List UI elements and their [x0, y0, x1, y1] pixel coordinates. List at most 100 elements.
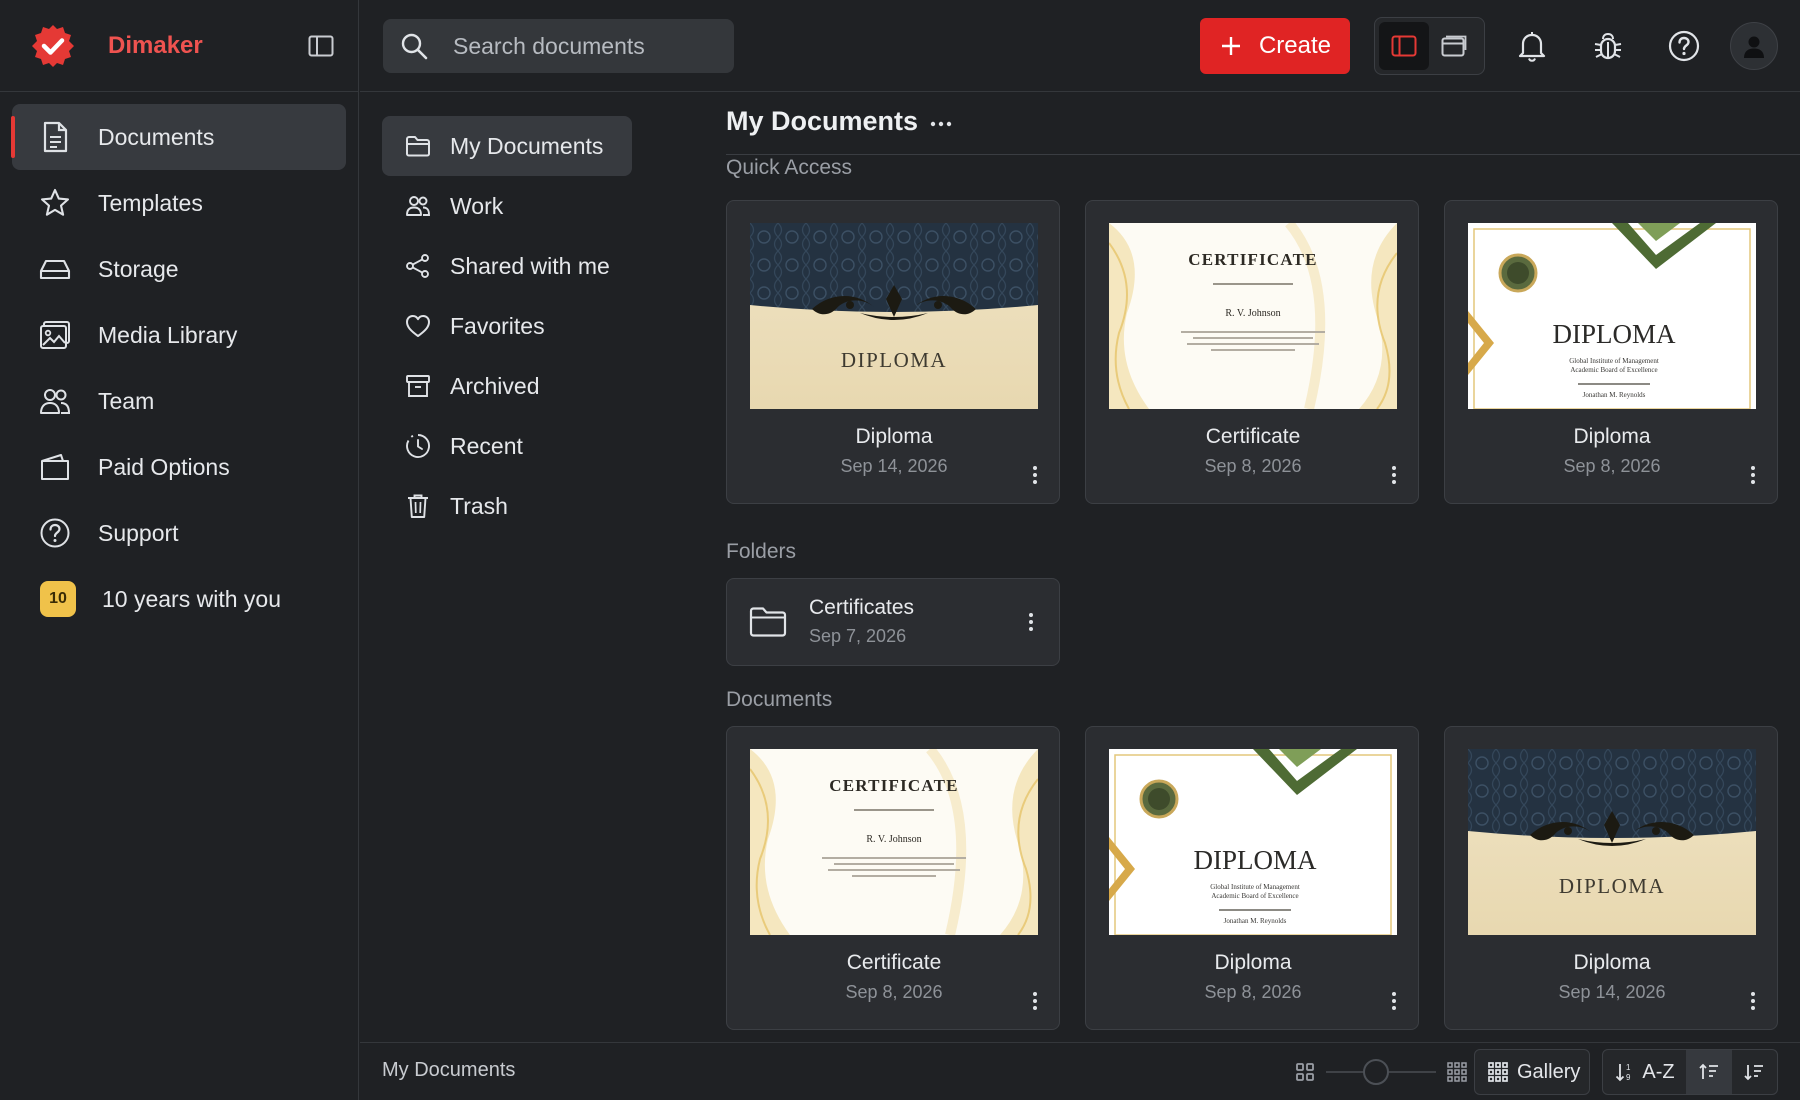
view-mode-button[interactable]: Gallery: [1474, 1049, 1590, 1095]
sort-by-name-button[interactable]: 19 A-Z: [1603, 1050, 1686, 1094]
card-more-button[interactable]: [1025, 463, 1045, 487]
user-avatar-button[interactable]: [1730, 22, 1778, 70]
folder-open-icon: [404, 132, 432, 160]
thumb-subtitle: Global Institute of Management: [1569, 357, 1659, 365]
trash-icon: [404, 492, 432, 520]
folder-nav-label: Shared with me: [450, 252, 610, 279]
main-nav: Documents Templates Storage Media Librar…: [0, 92, 358, 632]
clock-icon: [404, 432, 432, 460]
sort-descending-icon: [1744, 1065, 1764, 1081]
panel-layout-icon: [1391, 35, 1417, 57]
quick-access-card[interactable]: DIPLOMA Global Institute of Management A…: [1444, 200, 1778, 504]
folder-card[interactable]: Certificates Sep 7, 2026: [726, 578, 1060, 666]
layout-window-button[interactable]: [1429, 22, 1479, 70]
sidebar-item-anniversary[interactable]: 10 10 years with you: [12, 566, 346, 632]
help-button[interactable]: [1663, 25, 1705, 67]
team-icon: [38, 384, 72, 418]
more-vertical-icon: [1392, 466, 1396, 484]
thumb-subtitle-2: Academic Board of Excellence: [1570, 366, 1657, 374]
more-horizontal-icon[interactable]: [928, 114, 954, 134]
zoom-slider-handle[interactable]: [1362, 1059, 1389, 1085]
folder-nav-archived[interactable]: Archived: [382, 356, 561, 416]
sidebar-item-templates[interactable]: Templates: [12, 170, 346, 236]
thumbnail-diploma-dark: DIPLOMA: [750, 223, 1038, 409]
folder-nav-label: Recent: [450, 432, 523, 459]
card-name: Certificate: [1205, 425, 1301, 448]
brand-header: Dimaker: [0, 0, 358, 92]
share-icon: [404, 252, 432, 280]
document-card[interactable]: CERTIFICATE R. V. Johnson Certificate Se…: [726, 726, 1060, 1030]
folder-nav-label: Trash: [450, 492, 508, 519]
sidebar-item-media-library[interactable]: Media Library: [12, 302, 346, 368]
thumb-title: DIPLOMA: [1559, 874, 1665, 898]
sidebar-item-team[interactable]: Team: [12, 368, 346, 434]
card-more-button[interactable]: [1025, 989, 1045, 1013]
more-vertical-icon: [1751, 466, 1755, 484]
notifications-button[interactable]: [1511, 25, 1553, 67]
thumb-subtitle: Global Institute of Management: [1210, 883, 1300, 891]
thumbnail-certificate-gold: CERTIFICATE R. V. Johnson: [750, 749, 1038, 935]
folder-nav-favorites[interactable]: Favorites: [382, 296, 567, 356]
document-card[interactable]: DIPLOMA Global Institute of Management A…: [1085, 726, 1419, 1030]
card-more-button[interactable]: [1743, 463, 1763, 487]
card-name: Diploma: [855, 425, 933, 448]
thumbnail-diploma-green: DIPLOMA Global Institute of Management A…: [1109, 749, 1397, 935]
quick-access-card[interactable]: CERTIFICATE R. V. Johnson Certificate Se…: [1085, 200, 1419, 504]
sidebar-item-paid-options[interactable]: Paid Options: [12, 434, 346, 500]
sort-descending-button[interactable]: [1732, 1050, 1777, 1094]
sort-ascending-button[interactable]: [1686, 1050, 1732, 1094]
card-date: Sep 8, 2026: [1204, 982, 1302, 1002]
folder-name: Certificates: [809, 596, 915, 619]
svg-text:9: 9: [1626, 1073, 1631, 1082]
sidebar-collapse-button[interactable]: [306, 31, 336, 61]
sidebar-item-label: Support: [98, 519, 179, 546]
card-date: Sep 14, 2026: [1558, 982, 1666, 1002]
folder-nav: My Documents Work Shared with me Favorit…: [360, 92, 680, 1042]
folder-nav-shared-with-me[interactable]: Shared with me: [382, 236, 632, 296]
sidebar-item-label: Paid Options: [98, 453, 230, 480]
main-content: My Documents Quick Access DIPLOMA Diplom…: [680, 92, 1800, 1042]
folder-nav-trash[interactable]: Trash: [382, 476, 530, 536]
sidebar-item-documents[interactable]: Documents: [11, 104, 346, 170]
top-bar: Create: [360, 0, 1800, 92]
page-title: My Documents: [726, 106, 919, 136]
section-label-documents: Documents: [726, 688, 833, 711]
sort-alpha-icon: 19: [1616, 1063, 1631, 1082]
sidebar-item-storage[interactable]: Storage: [12, 236, 346, 302]
brand-name: Dimaker: [108, 31, 203, 59]
thumbnail-diploma-dark: DIPLOMA: [1468, 749, 1756, 935]
folder-nav-my-documents[interactable]: My Documents: [382, 116, 632, 176]
search-input[interactable]: [453, 32, 713, 60]
folder-nav-work[interactable]: Work: [382, 176, 525, 236]
quick-access-card[interactable]: DIPLOMA Diploma Sep 14, 2026: [726, 200, 1060, 504]
more-vertical-icon: [1751, 992, 1755, 1010]
document-card[interactable]: DIPLOMA Diploma Sep 14, 2026: [1444, 726, 1778, 1030]
sidebar-item-label: 10 years with you: [102, 585, 281, 612]
card-name: Certificate: [846, 951, 942, 974]
grid-large-icon[interactable]: [1446, 1061, 1468, 1083]
create-button[interactable]: Create: [1200, 18, 1350, 74]
sidebar-item-label: Documents: [98, 123, 215, 150]
thumbnail-diploma-green: DIPLOMA Global Institute of Management A…: [1468, 223, 1756, 409]
folder-more-button[interactable]: [1021, 609, 1041, 635]
card-more-button[interactable]: [1384, 463, 1404, 487]
sidebar-item-label: Templates: [98, 189, 203, 216]
bug-report-button[interactable]: [1587, 25, 1629, 67]
sort-ascending-icon: [1699, 1063, 1718, 1079]
sort-controls: 19 A-Z: [1602, 1049, 1778, 1095]
folder-nav-recent[interactable]: Recent: [382, 416, 545, 476]
card-name: Diploma: [1573, 425, 1651, 448]
card-more-button[interactable]: [1743, 989, 1763, 1013]
thumb-person: R. V. Johnson: [866, 834, 921, 845]
grid-small-icon[interactable]: [1294, 1061, 1316, 1083]
bug-icon: [1594, 32, 1622, 60]
card-date: Sep 8, 2026: [1204, 456, 1302, 476]
thumb-title: DIPLOMA: [1193, 845, 1317, 875]
search-icon: [401, 33, 428, 60]
layout-sidebar-button[interactable]: [1379, 22, 1429, 70]
card-more-button[interactable]: [1384, 989, 1404, 1013]
sidebar-item-label: Media Library: [98, 321, 238, 348]
sidebar-item-support[interactable]: Support: [12, 500, 346, 566]
thumb-person: R. V. Johnson: [1225, 308, 1280, 319]
create-button-label: Create: [1258, 32, 1332, 59]
